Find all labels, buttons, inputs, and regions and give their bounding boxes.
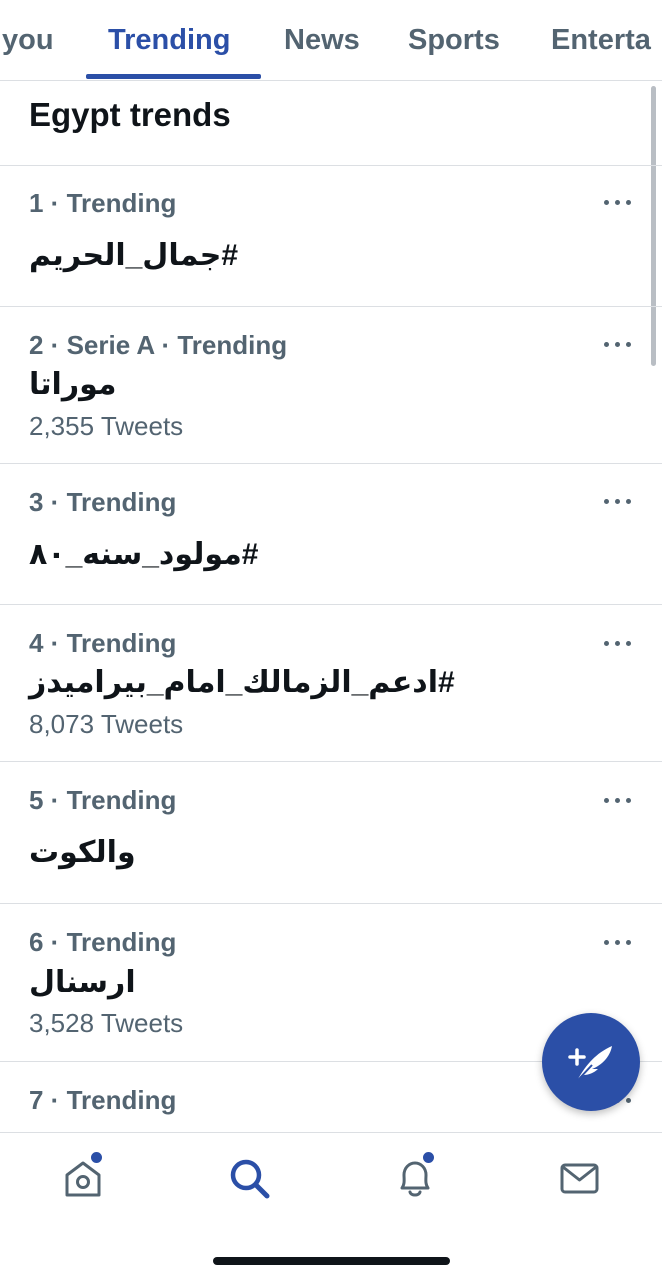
- explore-tabs: you Trending News Sports Enterta: [0, 0, 662, 81]
- more-horizontal-icon[interactable]: [604, 339, 632, 349]
- trend-meta: 1 · Trending: [29, 188, 177, 218]
- home-indicator[interactable]: [213, 1257, 450, 1265]
- more-horizontal-icon[interactable]: [604, 496, 632, 506]
- more-horizontal-icon[interactable]: [604, 937, 632, 947]
- section-title: Egypt trends: [29, 96, 231, 133]
- tab-news[interactable]: News: [284, 0, 360, 80]
- tab-sports[interactable]: Sports: [408, 0, 500, 80]
- nav-notifications[interactable]: [392, 1150, 438, 1201]
- tweet-count: 8,073 Tweets: [29, 709, 184, 739]
- trend-name: والكوت: [29, 836, 136, 869]
- home-unread-dot: [89, 1150, 104, 1165]
- trend-meta: 5 · Trending: [29, 785, 177, 815]
- search-icon: [230, 1159, 270, 1199]
- trend-name: موراتا: [29, 368, 117, 401]
- trend-name: #ادعم_الزمالك_امام_بيراميدز: [29, 666, 455, 699]
- trend-name: ارسنال: [29, 966, 136, 999]
- trend-item[interactable]: 2 · Serie A · Trending موراتا 2,355 Twee…: [0, 307, 662, 463]
- more-horizontal-icon[interactable]: [604, 197, 632, 207]
- nav-search[interactable]: [227, 1155, 273, 1201]
- trend-item[interactable]: 5 · Trending والكوت: [0, 762, 662, 903]
- compose-tweet-button[interactable]: [542, 1013, 640, 1111]
- tab-entertainment[interactable]: Enterta: [551, 0, 651, 80]
- tweet-count: 3,528 Tweets: [29, 1008, 184, 1038]
- trend-item[interactable]: 3 · Trending #مولود_سنه_٨٠: [0, 464, 662, 604]
- tweet-count: 2,355 Tweets: [29, 411, 184, 441]
- more-horizontal-icon[interactable]: [604, 795, 632, 805]
- trend-meta: 3 · Trending: [29, 487, 177, 517]
- trend-name: #مولود_سنه_٨٠: [29, 538, 259, 571]
- notifications-unread-dot: [421, 1150, 436, 1165]
- trend-meta: 2 · Serie A · Trending: [29, 330, 288, 360]
- trend-meta: 6 · Trending: [29, 927, 177, 957]
- trend-meta: 7 · Trending: [29, 1085, 177, 1115]
- mail-icon: [560, 1163, 599, 1194]
- nav-messages[interactable]: [557, 1155, 603, 1201]
- nav-home[interactable]: [60, 1150, 106, 1201]
- active-tab-indicator: [86, 74, 261, 79]
- trend-name: #جمال_الحريم: [29, 239, 239, 272]
- compose-tweet-icon: [568, 1046, 612, 1081]
- tab-for-you[interactable]: you: [2, 0, 54, 80]
- more-horizontal-icon[interactable]: [604, 638, 632, 648]
- trend-item[interactable]: 4 · Trending #ادعم_الزمالك_امام_بيراميدز…: [0, 605, 662, 761]
- tab-trending[interactable]: Trending: [108, 0, 230, 80]
- trend-item[interactable]: 1 · Trending #جمال_الحريم: [0, 166, 662, 306]
- trend-meta: 4 · Trending: [29, 628, 177, 658]
